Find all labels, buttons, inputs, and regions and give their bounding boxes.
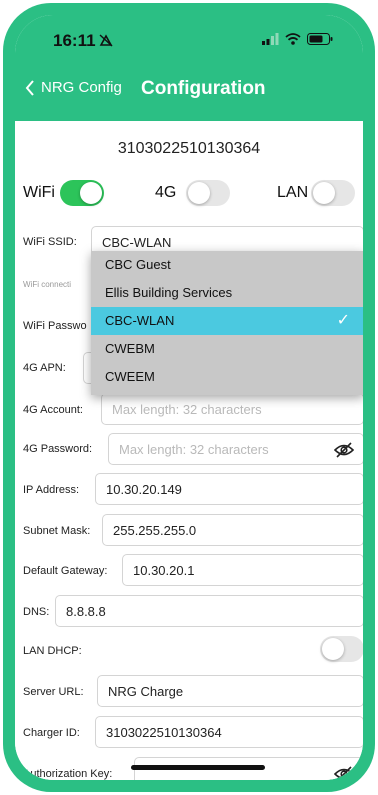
ssid-option-label: Ellis Building Services: [105, 285, 233, 300]
phone-frame: 16:11 NRG Config Configuration 310302251…: [3, 3, 375, 792]
authorization-key-label: Authorization Key:: [23, 768, 113, 780]
wifi-ssid-value: CBC-WLAN: [102, 234, 172, 250]
4g-password-field[interactable]: Max length: 32 characters: [108, 433, 363, 465]
ssid-option-cweem[interactable]: CWEEM: [91, 363, 363, 391]
navigation-bar: NRG Config Configuration: [15, 61, 363, 121]
ssid-option-label: CBC Guest: [105, 257, 171, 272]
back-button[interactable]: NRG Config: [25, 79, 122, 96]
do-not-disturb-icon: [99, 34, 113, 47]
4g-account-field[interactable]: Max length: 32 characters: [101, 393, 363, 425]
default-gateway-label: Default Gateway:: [23, 565, 108, 577]
screen: 16:11 NRG Config Configuration 310302251…: [15, 15, 363, 780]
4g-password-label: 4G Password:: [23, 443, 93, 455]
home-indicator[interactable]: [131, 765, 265, 770]
wifi-signal-icon: [285, 33, 301, 45]
lan-dhcp-toggle[interactable]: [320, 636, 363, 662]
4g-account-label: 4G Account:: [23, 404, 83, 416]
ssid-option-label: CWEEM: [105, 369, 155, 384]
server-url-value: NRG Charge: [108, 683, 184, 699]
wifi-connection-note: WiFi connecti: [23, 280, 72, 289]
toggle-knob: [322, 638, 344, 660]
eye-slash-icon[interactable]: [334, 442, 354, 458]
lan-toggle[interactable]: [311, 180, 355, 206]
wifi-toggle-label: WiFi: [23, 184, 55, 201]
server-url-label: Server URL:: [23, 686, 84, 698]
eye-slash-icon[interactable]: [334, 766, 354, 780]
checkmark-icon: ✓: [336, 312, 350, 329]
lan-toggle-label: LAN: [277, 184, 309, 201]
charger-id-field[interactable]: 3103022510130364: [95, 716, 363, 748]
4g-password-placeholder: Max length: 32 characters: [119, 441, 269, 457]
default-gateway-value: 10.30.20.1: [133, 562, 195, 578]
server-url-select[interactable]: NRG Charge: [97, 675, 363, 707]
dns-value: 8.8.8.8: [66, 603, 106, 619]
default-gateway-field[interactable]: 10.30.20.1: [122, 554, 363, 586]
ssid-option-label: CBC-WLAN: [105, 313, 175, 328]
charger-id-value: 3103022510130364: [106, 724, 222, 740]
back-button-label: NRG Config: [41, 79, 122, 96]
battery-icon: [307, 33, 333, 45]
dns-field[interactable]: 8.8.8.8: [55, 595, 363, 627]
subnet-mask-field[interactable]: 255.255.255.0: [102, 514, 363, 546]
ssid-dropdown-menu: CBC Guest Ellis Building Services CBC-WL…: [91, 251, 363, 395]
ssid-option-cbc-guest[interactable]: CBC Guest: [91, 251, 363, 279]
status-time: 16:11: [53, 31, 96, 50]
ip-address-field[interactable]: 10.30.20.149: [95, 473, 363, 505]
lan-dhcp-label: LAN DHCP:: [23, 645, 82, 657]
charger-id-label: Charger ID:: [23, 727, 80, 739]
chevron-left-icon: [25, 79, 34, 96]
device-serial: 3103022510130364: [117, 140, 261, 157]
ssid-option-cbc-wlan[interactable]: CBC-WLAN ✓: [91, 307, 363, 335]
toggle-knob: [188, 182, 210, 204]
page-title: Configuration: [141, 78, 266, 99]
config-form: 3103022510130364 WiFi 4G LAN WiFi SSID: …: [15, 121, 363, 780]
toggle-knob: [80, 182, 102, 204]
ssid-option-ellis-building-services[interactable]: Ellis Building Services: [91, 279, 363, 307]
dns-label: DNS:: [23, 606, 50, 618]
status-icons: [262, 33, 333, 45]
ip-address-label: IP Address:: [23, 484, 80, 496]
ssid-option-cwebm[interactable]: CWEBM: [91, 335, 363, 363]
4g-account-placeholder: Max length: 32 characters: [112, 401, 262, 417]
toggle-knob: [313, 182, 335, 204]
ip-address-value: 10.30.20.149: [106, 481, 182, 497]
subnet-mask-label: Subnet Mask:: [23, 525, 91, 537]
4g-toggle[interactable]: [186, 180, 230, 206]
wifi-ssid-label: WiFi SSID:: [23, 236, 77, 248]
ssid-option-label: CWEBM: [105, 341, 155, 356]
wifi-toggle[interactable]: [60, 180, 104, 206]
wifi-password-label: WiFi Passwo: [23, 320, 87, 332]
subnet-mask-value: 255.255.255.0: [113, 522, 197, 538]
4g-apn-label: 4G APN:: [23, 362, 66, 374]
cellular-signal-icon: [262, 33, 279, 45]
status-bar: 16:11: [15, 15, 363, 61]
4g-toggle-label: 4G: [155, 184, 177, 201]
